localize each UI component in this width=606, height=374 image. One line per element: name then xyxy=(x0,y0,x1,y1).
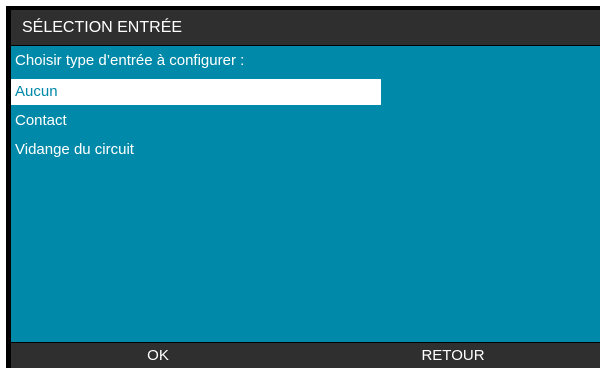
title-bar: SÉLECTION ENTRÉE xyxy=(11,10,600,45)
retour-button[interactable]: RETOUR xyxy=(306,343,600,368)
softkey-bar: OK RETOUR xyxy=(11,343,600,368)
screen-title: SÉLECTION ENTRÉE xyxy=(22,19,183,36)
content-area: Choisir type d’entrée à configurer : Auc… xyxy=(11,46,600,342)
option-vidange-du-circuit[interactable]: Vidange du circuit xyxy=(11,137,381,163)
option-list: Aucun Contact Vidange du circuit xyxy=(11,79,600,166)
option-contact[interactable]: Contact xyxy=(11,108,381,134)
device-screen: SÉLECTION ENTRÉE Choisir type d’entrée à… xyxy=(6,6,600,368)
ok-button[interactable]: OK xyxy=(11,343,305,368)
instruction-prompt: Choisir type d’entrée à configurer : xyxy=(15,52,245,69)
option-aucun[interactable]: Aucun xyxy=(11,79,381,105)
